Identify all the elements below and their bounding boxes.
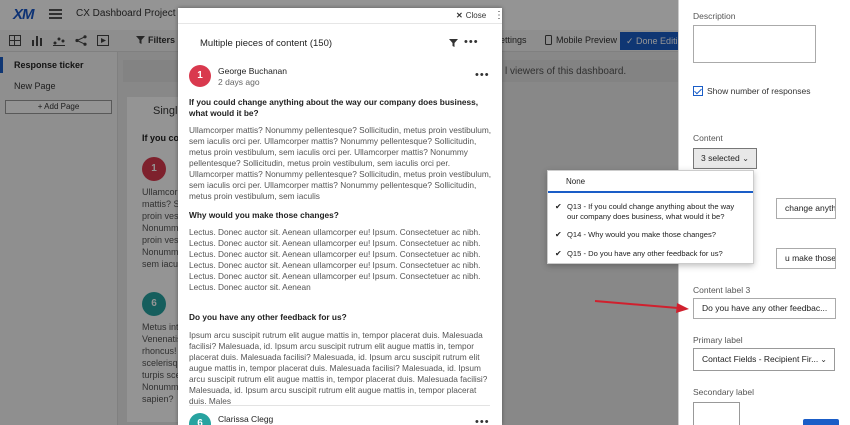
content-label-1-input[interactable]: change anything a... — [776, 198, 836, 219]
avatar: 1 — [189, 65, 211, 87]
dropdown-option-none[interactable]: None — [548, 171, 753, 193]
dropdown-option-q14[interactable]: ✔ Q14 - Why would you make those changes… — [548, 230, 753, 240]
content-label: Content — [693, 133, 723, 143]
content-label-3-input[interactable]: Do you have any other feedbac... — [693, 298, 836, 319]
secondary-label-label: Secondary label — [693, 387, 754, 397]
primary-label-label: Primary label — [693, 335, 743, 345]
checkmark-icon: ✔ — [555, 202, 562, 211]
more-options-icon[interactable]: ••• — [464, 36, 479, 48]
avatar: 6 — [189, 413, 211, 425]
primary-label-value: Contact Fields - Recipient Fir... — [702, 354, 819, 364]
response-more-icon[interactable]: ••• — [475, 416, 490, 425]
chevron-down-icon: ⌄ — [820, 355, 827, 364]
answer-text: Ullamcorper mattis? Nonummy pellentesque… — [189, 125, 492, 201]
show-responses-label: Show number of responses — [707, 86, 811, 96]
answer-text: Lectus. Donec auctor sit. Aenean ullamco… — [189, 227, 481, 292]
dropdown-option-label: Q13 - If you could change anything about… — [567, 202, 735, 221]
more-vertical-icon[interactable]: ⋮ — [494, 10, 502, 21]
respondent-name: George Buchanan — [218, 66, 287, 76]
close-icon: ✕ — [456, 11, 463, 20]
chevron-down-icon: ⌄ — [742, 154, 749, 163]
close-label: Close — [465, 11, 487, 20]
primary-label-select[interactable]: Contact Fields - Recipient Fir... ⌄ — [693, 348, 835, 371]
question-text: Do you have any other feedback for us? — [189, 312, 347, 322]
respondent-name: Clarissa Clegg — [218, 414, 274, 424]
response-more-icon[interactable]: ••• — [475, 69, 490, 81]
description-label: Description — [693, 11, 736, 21]
dropdown-option-q15[interactable]: ✔ Q15 - Do you have any other feedback f… — [548, 249, 753, 259]
question-text: If you could change anything about the w… — [189, 97, 479, 118]
checkmark-icon: ✔ — [555, 230, 562, 239]
dropdown-option-label: Q14 - Why would you make those changes? — [567, 230, 717, 239]
modal-close-bar: ✕ Close ⋮ — [178, 8, 502, 24]
filter-icon[interactable] — [449, 39, 458, 49]
content-dropdown-menu: None ✔ Q13 - If you could change anythin… — [547, 170, 754, 264]
show-responses-checkbox[interactable] — [693, 86, 703, 96]
question-text: Why would you make those changes? — [189, 210, 339, 220]
answer-text: Ipsum arcu suscipit rutrum elit augue ma… — [189, 330, 488, 406]
annotation-arrow-icon — [594, 300, 689, 313]
content-select[interactable]: 3 selected ⌄ — [693, 148, 757, 169]
response-divider — [189, 405, 490, 406]
description-textarea[interactable] — [693, 25, 816, 63]
content-label-3-label: Content label 3 — [693, 285, 751, 295]
response-date: 2 days ago — [218, 77, 260, 87]
content-select-value: 3 selected — [701, 153, 740, 163]
dropdown-option-q13[interactable]: ✔ Q13 - If you could change anything abo… — [548, 202, 753, 222]
content-label-2-input[interactable]: u make those ch... — [776, 248, 836, 269]
secondary-label-select[interactable] — [693, 402, 740, 425]
checkmark-icon: ✔ — [555, 249, 562, 258]
modal-heading: Multiple pieces of content (150) — [200, 38, 333, 49]
panel-footer-button[interactable] — [803, 419, 839, 425]
close-button[interactable]: ✕ Close — [456, 11, 486, 20]
responses-modal: ✕ Close ⋮ Multiple pieces of content (150… — [178, 8, 502, 425]
dropdown-option-label: Q15 - Do you have any other feedback for… — [567, 249, 723, 258]
